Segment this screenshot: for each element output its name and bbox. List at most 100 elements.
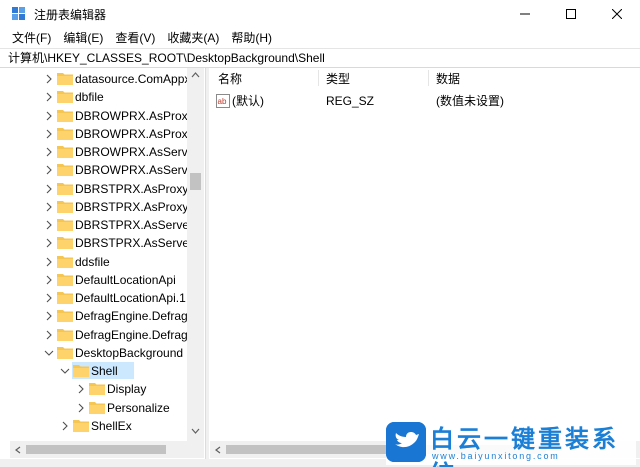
chevron-right-icon[interactable] xyxy=(44,293,54,303)
folder-icon xyxy=(57,273,73,286)
list-item[interactable]: ab (默认) REG_SZ (数值未设置) xyxy=(210,94,630,112)
menu-edit[interactable]: 编辑(E) xyxy=(57,28,109,48)
chevron-right-icon[interactable] xyxy=(44,220,54,230)
pane-splitter[interactable] xyxy=(205,68,209,459)
tree-horizontal-scrollbar[interactable] xyxy=(10,441,204,458)
tree-item[interactable]: dbfile xyxy=(10,88,190,106)
tree-item[interactable]: DBRSTPRX.AsServer xyxy=(10,216,193,234)
tree-item[interactable]: Display xyxy=(10,380,190,398)
tree-vertical-scrollbar[interactable] xyxy=(187,68,204,441)
column-header-name[interactable]: 名称 xyxy=(218,70,242,87)
tree-item-label: DBROWPRX.AsServer xyxy=(75,163,199,178)
svg-text:ab: ab xyxy=(218,97,227,106)
tree-item[interactable]: ShellEx xyxy=(10,417,190,435)
folder-icon xyxy=(57,200,73,213)
folder-icon xyxy=(57,146,73,158)
folder-icon xyxy=(57,328,73,341)
scroll-thumb[interactable] xyxy=(26,445,166,454)
menu-view[interactable]: 查看(V) xyxy=(109,28,161,48)
folder-icon xyxy=(57,310,73,323)
chevron-right-icon[interactable] xyxy=(44,165,54,175)
key-tree: datasource.ComAppx dbfile DBROWPRX.AsProxy… xyxy=(10,68,204,459)
column-header-data[interactable]: 数据 xyxy=(436,70,460,87)
column-divider[interactable] xyxy=(318,70,319,86)
chevron-right-icon[interactable] xyxy=(44,111,54,121)
tree-item[interactable]: DefaultLocationApi xyxy=(10,271,190,289)
tree-item[interactable]: DBROWPRX.AsProxy. xyxy=(10,125,196,143)
menu-favorites[interactable]: 收藏夹(A) xyxy=(161,28,225,48)
value-name: (默认) xyxy=(232,94,264,108)
minimize-button[interactable] xyxy=(502,0,548,28)
chevron-right-icon[interactable] xyxy=(76,403,86,413)
tree-item[interactable]: DBROWPRX.AsServer xyxy=(10,161,198,179)
folder-icon xyxy=(57,255,73,268)
folder-icon xyxy=(57,182,73,195)
chevron-right-icon[interactable] xyxy=(44,257,54,267)
chevron-right-icon[interactable] xyxy=(44,275,54,285)
tree-item[interactable]: DBRSTPRX.AsProxy.1 xyxy=(10,198,197,216)
tree-item[interactable]: DefaultLocationApi.1 xyxy=(10,289,190,307)
scroll-up-icon[interactable] xyxy=(191,72,200,78)
folder-icon xyxy=(57,109,73,122)
tree-item-label: DBRSTPRX.AsProxy xyxy=(75,181,189,196)
chevron-down-icon[interactable] xyxy=(60,366,70,376)
tree-item[interactable]: DefragEngine.Defrag xyxy=(10,307,190,325)
tree-item-label: Display xyxy=(107,382,147,397)
folder-icon xyxy=(57,237,73,250)
folder-icon xyxy=(89,383,105,396)
tree-item-label: DefragEngine.Defrag xyxy=(75,327,188,342)
tree-item[interactable]: Shell xyxy=(10,362,190,380)
folder-icon xyxy=(89,401,105,414)
folder-icon xyxy=(57,346,73,359)
chevron-right-icon[interactable] xyxy=(44,311,54,321)
string-value-icon: ab xyxy=(216,94,230,108)
tree-item-label: DBROWPRX.AsServer xyxy=(75,145,199,159)
chevron-right-icon[interactable] xyxy=(44,129,54,139)
tree-item[interactable]: DefragEngine.Defrag xyxy=(10,326,190,344)
tree-item[interactable]: DBRSTPRX.AsProxy xyxy=(10,180,190,198)
tree-item-label: DefragEngine.Defrag xyxy=(75,309,188,324)
tree-item[interactable]: DBROWPRX.AsProxy xyxy=(10,107,194,125)
chevron-right-icon[interactable] xyxy=(44,202,54,212)
chevron-right-icon[interactable] xyxy=(44,92,54,102)
column-header-type[interactable]: 类型 xyxy=(326,70,350,87)
title-bar: 注册表编辑器 xyxy=(0,0,640,28)
chevron-right-icon[interactable] xyxy=(44,330,54,340)
menu-help[interactable]: 帮助(H) xyxy=(225,28,278,48)
chevron-right-icon[interactable] xyxy=(60,421,70,431)
chevron-right-icon[interactable] xyxy=(44,74,54,84)
tree-item[interactable]: DBRSTPRX.AsServer.1 xyxy=(10,234,202,252)
scroll-down-icon[interactable] xyxy=(191,428,200,434)
folder-icon xyxy=(57,73,73,85)
chevron-right-icon[interactable] xyxy=(44,184,54,194)
scroll-left-icon[interactable] xyxy=(15,446,21,454)
menu-file[interactable]: 文件(F) xyxy=(0,28,57,48)
chevron-right-icon[interactable] xyxy=(44,238,54,248)
value-data: (数值未设置) xyxy=(436,94,504,108)
tree-item[interactable]: Personalize xyxy=(10,399,190,417)
folder-icon xyxy=(57,292,73,304)
folder-icon xyxy=(57,164,73,177)
scroll-left-icon[interactable] xyxy=(215,446,221,454)
tree-item-label: DefaultLocationApi.1 xyxy=(75,291,186,305)
scroll-thumb[interactable] xyxy=(190,173,201,190)
tree-item[interactable]: DesktopBackground xyxy=(10,344,190,362)
tree-item[interactable]: DBROWPRX.AsServer xyxy=(10,143,198,161)
tree-item[interactable]: ddsfile xyxy=(10,253,190,271)
chevron-down-icon[interactable] xyxy=(44,348,54,358)
value-type: REG_SZ xyxy=(326,94,375,108)
close-button[interactable] xyxy=(594,0,640,28)
tree-item-label: Shell xyxy=(91,364,118,378)
minimize-icon xyxy=(520,13,530,15)
address-bar[interactable]: 计算机\HKEY_CLASSES_ROOT\DesktopBackground\… xyxy=(0,48,640,68)
folder-icon xyxy=(57,127,73,140)
tree-item-label: ddsfile xyxy=(75,254,110,269)
tree-item-label: DefaultLocationApi xyxy=(75,272,176,287)
column-divider[interactable] xyxy=(428,70,429,86)
watermark: 白云一键重装系统 www.baiyunxitong.com xyxy=(386,419,636,467)
maximize-button[interactable] xyxy=(548,0,594,28)
tree-item[interactable]: datasource.ComAppx xyxy=(10,70,190,88)
chevron-right-icon[interactable] xyxy=(44,147,54,157)
chevron-right-icon[interactable] xyxy=(76,384,86,394)
folder-icon xyxy=(57,219,73,231)
